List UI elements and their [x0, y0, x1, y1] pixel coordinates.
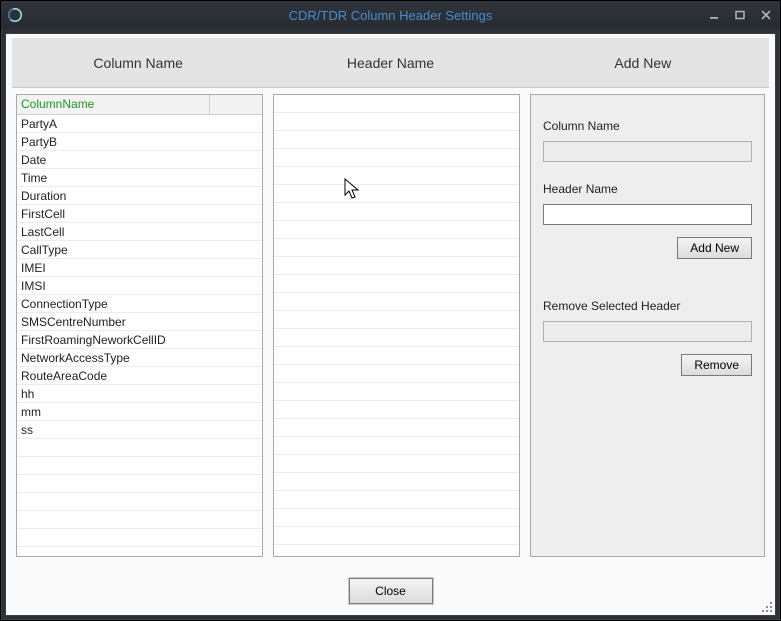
header-name-grid-body[interactable] — [274, 95, 519, 556]
column-name-label: Column Name — [543, 119, 752, 133]
table-row[interactable]: PartyA — [17, 115, 262, 133]
table-row[interactable]: hh — [17, 385, 262, 403]
section-header-add-new: Add New — [517, 38, 769, 87]
table-row[interactable]: FirstRoamingNeworkCellID — [17, 331, 262, 349]
column-name-grid[interactable]: ColumnName PartyAPartyBDateTimeDurationF… — [16, 94, 263, 557]
table-row[interactable]: PartyB — [17, 133, 262, 151]
close-window-button[interactable] — [758, 7, 774, 23]
header-name-label: Header Name — [543, 182, 752, 196]
close-button[interactable]: Close — [349, 578, 433, 604]
column-name-input[interactable] — [543, 141, 752, 162]
header-name-grid[interactable] — [273, 94, 520, 557]
table-row[interactable]: FirstCell — [17, 205, 262, 223]
table-row[interactable]: Time — [17, 169, 262, 187]
maximize-button[interactable] — [732, 7, 748, 23]
header-name-input[interactable] — [543, 204, 752, 225]
table-row[interactable]: CallType — [17, 241, 262, 259]
table-row[interactable]: SMSCentreNumber — [17, 313, 262, 331]
table-row[interactable]: Date — [17, 151, 262, 169]
section-header-column-name: Column Name — [12, 38, 264, 87]
remove-selected-label: Remove Selected Header — [543, 299, 752, 313]
footer-bar: Close — [6, 567, 775, 615]
table-row[interactable]: mm — [17, 403, 262, 421]
table-row[interactable]: LastCell — [17, 223, 262, 241]
table-row[interactable]: ss — [17, 421, 262, 439]
remove-button[interactable]: Remove — [681, 354, 752, 376]
app-icon — [7, 7, 23, 23]
column-name-grid-body[interactable]: PartyAPartyBDateTimeDurationFirstCellLas… — [17, 115, 262, 556]
window-title: CDR/TDR Column Header Settings — [289, 8, 493, 23]
window-root: CDR/TDR Column Header Settings Column Na… — [0, 0, 781, 621]
table-row[interactable]: ConnectionType — [17, 295, 262, 313]
titlebar[interactable]: CDR/TDR Column Header Settings — [1, 1, 780, 29]
table-row[interactable]: RouteAreaCode — [17, 367, 262, 385]
add-new-panel: Column Name Header Name Add New Remove S… — [530, 94, 765, 557]
section-header-strip: Column Name Header Name Add New — [12, 38, 769, 88]
grid-header-spacer — [210, 95, 262, 115]
add-new-button[interactable]: Add New — [677, 237, 752, 259]
remove-selected-input[interactable] — [543, 321, 752, 342]
section-header-header-name: Header Name — [264, 38, 516, 87]
table-row[interactable]: NetworkAccessType — [17, 349, 262, 367]
table-row[interactable]: IMSI — [17, 277, 262, 295]
grid-header-columnname[interactable]: ColumnName — [17, 95, 210, 115]
table-row[interactable]: IMEI — [17, 259, 262, 277]
minimize-button[interactable] — [706, 7, 722, 23]
table-row[interactable]: Duration — [17, 187, 262, 205]
client-area: Column Name Header Name Add New ColumnNa… — [5, 33, 776, 616]
